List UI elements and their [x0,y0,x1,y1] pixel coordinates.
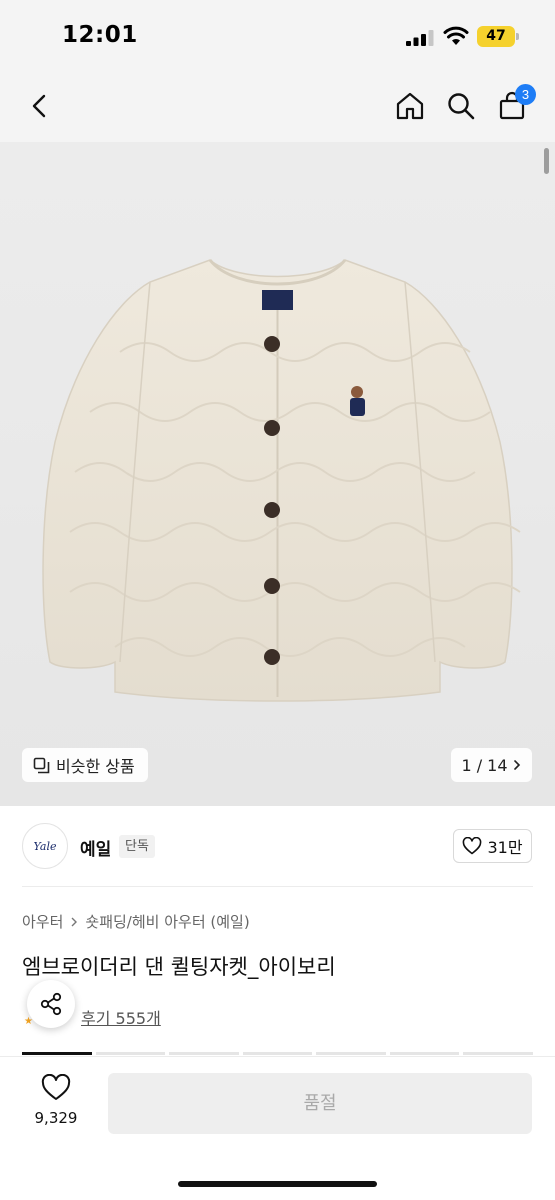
home-button[interactable] [390,86,430,126]
review-link[interactable]: 후기 555개 [81,1005,161,1029]
exclusive-badge: 단독 [119,835,155,858]
image-counter-button[interactable]: 1 / 14 [451,748,532,782]
brand-logo-text: Yale [33,839,57,853]
similar-products-button[interactable]: 비슷한 상품 [22,748,148,782]
back-button[interactable] [20,86,60,126]
share-button[interactable] [27,980,75,1028]
status-time: 12:01 [62,22,138,48]
share-icon [40,992,62,1016]
cart-count-badge: 3 [515,84,536,105]
cellular-signal-icon [406,30,434,46]
breadcrumb-item-padding[interactable]: 숏패딩/헤비 아우터 (예일) [85,911,249,932]
heart-icon [463,837,482,855]
image-counter: 1 / 14 [461,755,508,775]
brand-name[interactable]: 예일 [80,835,111,860]
copy-icon [33,757,50,773]
home-icon [396,92,424,120]
breadcrumb-item-outer[interactable]: 아우터 [22,911,63,932]
wishlist-count: 9,329 [34,1109,78,1127]
wishlist-button[interactable]: 9,329 [24,1074,88,1134]
battery-indicator: 47 [477,26,519,47]
similar-products-label: 비슷한 상품 [56,757,135,776]
scrollbar[interactable] [544,148,549,174]
cart-button[interactable]: 3 [492,84,536,126]
brand-like-button[interactable]: 31만 [453,829,532,863]
top-nav-bar: 3 [0,70,555,142]
search-button[interactable] [441,86,481,126]
chevron-right-icon [513,760,520,770]
chevron-left-icon [32,94,46,118]
search-icon [448,93,475,120]
heart-icon [41,1074,71,1100]
brand-logo[interactable]: Yale [22,823,68,869]
status-bar: 12:01 47 [0,0,555,70]
brand-like-count: 31만 [487,838,523,857]
chevron-right-icon [71,917,78,926]
breadcrumb: 아우터 숏패딩/헤비 아우터 (예일) [22,911,250,932]
product-image-carousel[interactable] [0,142,555,806]
product-title: 엠브로이더리 댄 퀼팅자켓_아이보리 [22,955,336,979]
sold-out-button[interactable]: 품절 [108,1073,532,1134]
divider [22,886,533,887]
product-photo-quilted-jacket [42,259,521,702]
wifi-icon [443,26,469,45]
home-indicator [178,1181,377,1187]
